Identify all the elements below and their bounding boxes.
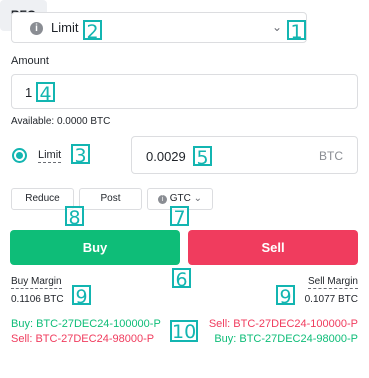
price-input[interactable]: 0.0029 BTC — [131, 136, 358, 174]
order-type-select[interactable]: i Limit ⌄ — [11, 12, 307, 43]
annotation-marker: 7 — [170, 206, 189, 228]
price-value: 0.0029 — [146, 149, 186, 164]
annotation-marker: 1 — [287, 20, 306, 42]
order-type-label: Limit — [51, 20, 79, 35]
info-icon: i — [157, 195, 167, 204]
sell-margin-label: Sell Margin — [307, 276, 358, 289]
chevron-down-icon: ⌄ — [271, 20, 282, 34]
buy-margin-label: Buy Margin — [11, 276, 62, 289]
time-in-force-label: GTC — [169, 193, 191, 204]
post-only-button[interactable]: Post — [79, 188, 142, 210]
order-leg-buy: Buy: BTC-27DEC24-100000-P — [11, 318, 161, 330]
annotation-marker: 9 — [72, 285, 91, 307]
buy-margin-value: 0.1106 BTC — [11, 294, 64, 305]
annotation-marker: 5 — [193, 146, 212, 168]
price-unit: BTC — [319, 149, 343, 163]
annotation-marker: 3 — [71, 144, 90, 166]
order-leg-buy: Buy: BTC-27DEC24-98000-P — [214, 333, 358, 345]
available-balance: Available: 0.0000 BTC — [11, 116, 111, 127]
annotation-marker: 4 — [36, 82, 55, 104]
annotation-marker: 6 — [172, 268, 191, 290]
annotation-marker: 10 — [170, 320, 198, 343]
order-leg-sell: Sell: BTC-27DEC24-100000-P — [208, 318, 358, 330]
sell-margin-value: 0.1077 BTC — [304, 294, 358, 305]
annotation-marker: 2 — [83, 20, 102, 42]
chevron-down-icon: ⌄ — [193, 193, 203, 204]
limit-radio[interactable] — [12, 148, 27, 163]
annotation-marker: 8 — [65, 206, 84, 228]
limit-radio-label[interactable]: Limit — [38, 149, 62, 163]
sell-button[interactable]: Sell — [188, 230, 358, 265]
amount-input[interactable]: 1 — [11, 74, 358, 109]
amount-label: Amount — [11, 55, 49, 67]
amount-value: 1 — [25, 85, 33, 100]
order-leg-sell: Sell: BTC-27DEC24-98000-P — [11, 333, 155, 345]
buy-button[interactable]: Buy — [10, 230, 180, 265]
info-icon: i — [30, 22, 43, 35]
annotation-marker: 9 — [276, 285, 295, 307]
